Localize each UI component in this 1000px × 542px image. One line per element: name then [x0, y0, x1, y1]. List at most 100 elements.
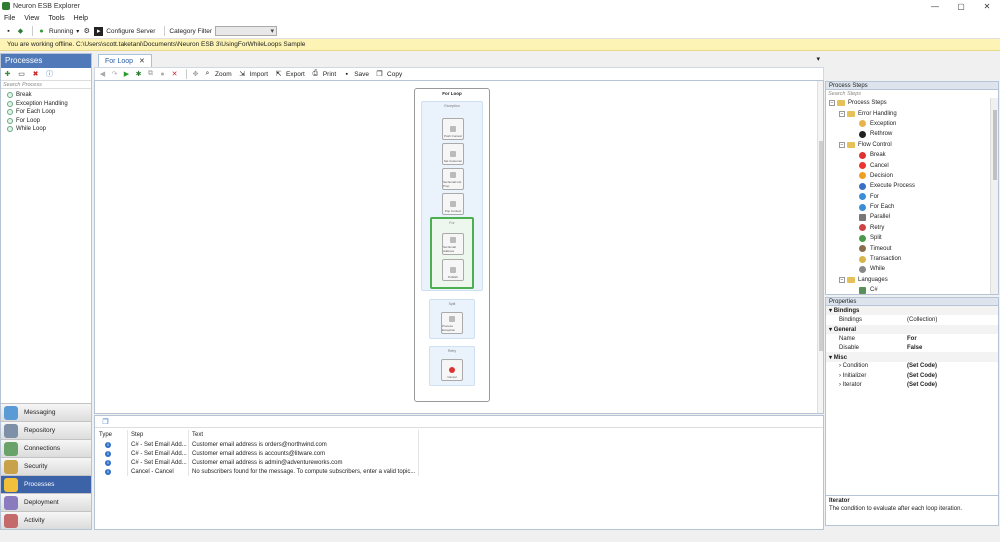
col-type[interactable]: Type: [95, 430, 128, 440]
prop-category[interactable]: ▾ General: [826, 324, 998, 334]
close-tab-icon[interactable]: ✕: [139, 57, 145, 65]
flow-step[interactable]: Push Context: [442, 118, 464, 140]
solution-icon[interactable]: ◆: [16, 27, 25, 36]
prop-row[interactable]: › Condition (Set Code): [826, 362, 998, 371]
prop-row[interactable]: Bindings (Collection): [826, 315, 998, 324]
prop-row[interactable]: Name For: [826, 334, 998, 343]
retry-block[interactable]: Retry Cancel: [429, 346, 475, 386]
new-icon[interactable]: ▭: [17, 70, 26, 79]
tree-folder[interactable]: − Languages: [826, 275, 998, 285]
category-filter-select[interactable]: [215, 26, 277, 36]
save-button[interactable]: Save: [354, 71, 369, 78]
process-item[interactable]: Exception Handling: [7, 100, 91, 109]
flow-step[interactable]: Cancel: [441, 359, 463, 381]
process-search-input[interactable]: Search Process: [1, 81, 91, 89]
process-item[interactable]: While Loop: [7, 125, 91, 134]
step-item[interactable]: While: [826, 264, 998, 274]
menu-view[interactable]: View: [24, 15, 39, 22]
canvas-scrollbar[interactable]: [817, 81, 823, 413]
step-item[interactable]: Rethrow: [826, 129, 998, 139]
menu-help[interactable]: Help: [74, 15, 88, 22]
process-item[interactable]: Break: [7, 91, 91, 100]
tab-for-loop[interactable]: For Loop ✕: [98, 54, 152, 67]
process-item[interactable]: For Each Loop: [7, 108, 91, 117]
step-item[interactable]: Parallel: [826, 212, 998, 222]
process-item[interactable]: For Loop: [7, 117, 91, 126]
step-item[interactable]: C#: [826, 285, 998, 294]
flow-step[interactable]: Set Customer: [442, 143, 464, 165]
prop-row[interactable]: Disable False: [826, 343, 998, 352]
delete-icon[interactable]: ✖: [31, 70, 40, 79]
debug-icon[interactable]: ✱: [134, 70, 143, 79]
tree-folder[interactable]: − Error Handling: [826, 108, 998, 118]
nav-messaging[interactable]: Messaging: [1, 403, 91, 421]
back-icon[interactable]: ◀: [98, 70, 107, 79]
tree-folder[interactable]: − Flow Control: [826, 140, 998, 150]
col-step[interactable]: Step: [128, 430, 189, 440]
maximize-button[interactable]: ▢: [948, 0, 974, 12]
prop-category[interactable]: ▾ Misc: [826, 352, 998, 362]
table-row[interactable]: i C# - Set Email Add... Customer email add…: [95, 440, 823, 449]
menu-tools[interactable]: Tools: [48, 15, 64, 22]
step-item[interactable]: Transaction: [826, 254, 998, 264]
step-item[interactable]: Decision: [826, 171, 998, 181]
zoom-icon[interactable]: ⌕: [203, 70, 212, 79]
cancel-icon[interactable]: ✕: [170, 70, 179, 79]
print-icon[interactable]: ⎙: [311, 70, 320, 79]
add-process-icon[interactable]: ✚: [3, 70, 12, 79]
step-icon[interactable]: ⧉: [146, 70, 155, 79]
nav-activity[interactable]: Activity: [1, 511, 91, 529]
designer-canvas[interactable]: For Loop Exception Push Context Set Cust…: [94, 80, 824, 414]
copy-output-icon[interactable]: ❐: [101, 417, 110, 426]
forward-icon[interactable]: ↷: [110, 70, 119, 79]
settings-icon[interactable]: ⚙: [82, 27, 91, 36]
prop-row[interactable]: › Iterator (Set Code): [826, 380, 998, 389]
dropdown-icon[interactable]: ▾: [816, 55, 820, 63]
steps-search-input[interactable]: Search Steps: [825, 90, 999, 98]
import-icon[interactable]: ⇲: [238, 70, 247, 79]
step-item[interactable]: Split: [826, 233, 998, 243]
for-block[interactable]: For Set Email Address Publish: [430, 217, 474, 289]
flow-step[interactable]: Publish: [442, 259, 464, 281]
configure-server-button[interactable]: Configure Server: [106, 28, 155, 35]
running-status[interactable]: Running: [49, 28, 73, 35]
info-icon[interactable]: ⓘ: [45, 70, 54, 79]
flow-step[interactable]: Set Email List Prop: [442, 168, 464, 190]
save-icon[interactable]: ▪: [342, 70, 351, 79]
flow-step[interactable]: Process Exception: [441, 312, 463, 334]
minimize-button[interactable]: —: [922, 0, 948, 12]
nav-security[interactable]: Security: [1, 457, 91, 475]
step-item[interactable]: Cancel: [826, 160, 998, 170]
console-icon[interactable]: ▸: [94, 26, 104, 36]
nav-processes[interactable]: Processes: [1, 475, 91, 493]
nav-repository[interactable]: Repository: [1, 421, 91, 439]
nav-connections[interactable]: Connections: [1, 439, 91, 457]
table-row[interactable]: i Cancel - Cancel No subscribers found for…: [95, 467, 823, 476]
table-row[interactable]: i C# - Set Email Add... Customer email add…: [95, 458, 823, 467]
menu-file[interactable]: File: [4, 15, 15, 22]
stop-icon[interactable]: ●: [158, 70, 167, 79]
step-item[interactable]: Timeout: [826, 243, 998, 253]
steps-scrollbar[interactable]: [990, 98, 998, 294]
save-icon[interactable]: ▪: [4, 27, 13, 36]
step-item[interactable]: Break: [826, 150, 998, 160]
step-item[interactable]: Exception: [826, 119, 998, 129]
pan-icon[interactable]: ✥: [191, 70, 200, 79]
step-item[interactable]: For Each: [826, 202, 998, 212]
export-button[interactable]: Export: [286, 71, 305, 78]
prop-row[interactable]: › Initializer (Set Code): [826, 371, 998, 380]
flow-step[interactable]: Pop Context: [442, 193, 464, 215]
split-block[interactable]: Split Process Exception: [429, 299, 475, 339]
play-icon[interactable]: ▶: [122, 70, 131, 79]
step-item[interactable]: Retry: [826, 223, 998, 233]
exception-block[interactable]: Exception Push Context Set Customer Set …: [421, 101, 483, 291]
table-row[interactable]: i C# - Set Email Add... Customer email add…: [95, 449, 823, 458]
export-icon[interactable]: ⇱: [274, 70, 283, 79]
nav-deployment[interactable]: Deployment: [1, 493, 91, 511]
tree-folder[interactable]: − Process Steps: [826, 98, 998, 108]
step-item[interactable]: Execute Process: [826, 181, 998, 191]
col-text[interactable]: Text: [189, 430, 419, 440]
copy-icon[interactable]: ❐: [375, 70, 384, 79]
copy-button[interactable]: Copy: [387, 71, 402, 78]
prop-category[interactable]: ▾ Bindings: [826, 306, 998, 316]
